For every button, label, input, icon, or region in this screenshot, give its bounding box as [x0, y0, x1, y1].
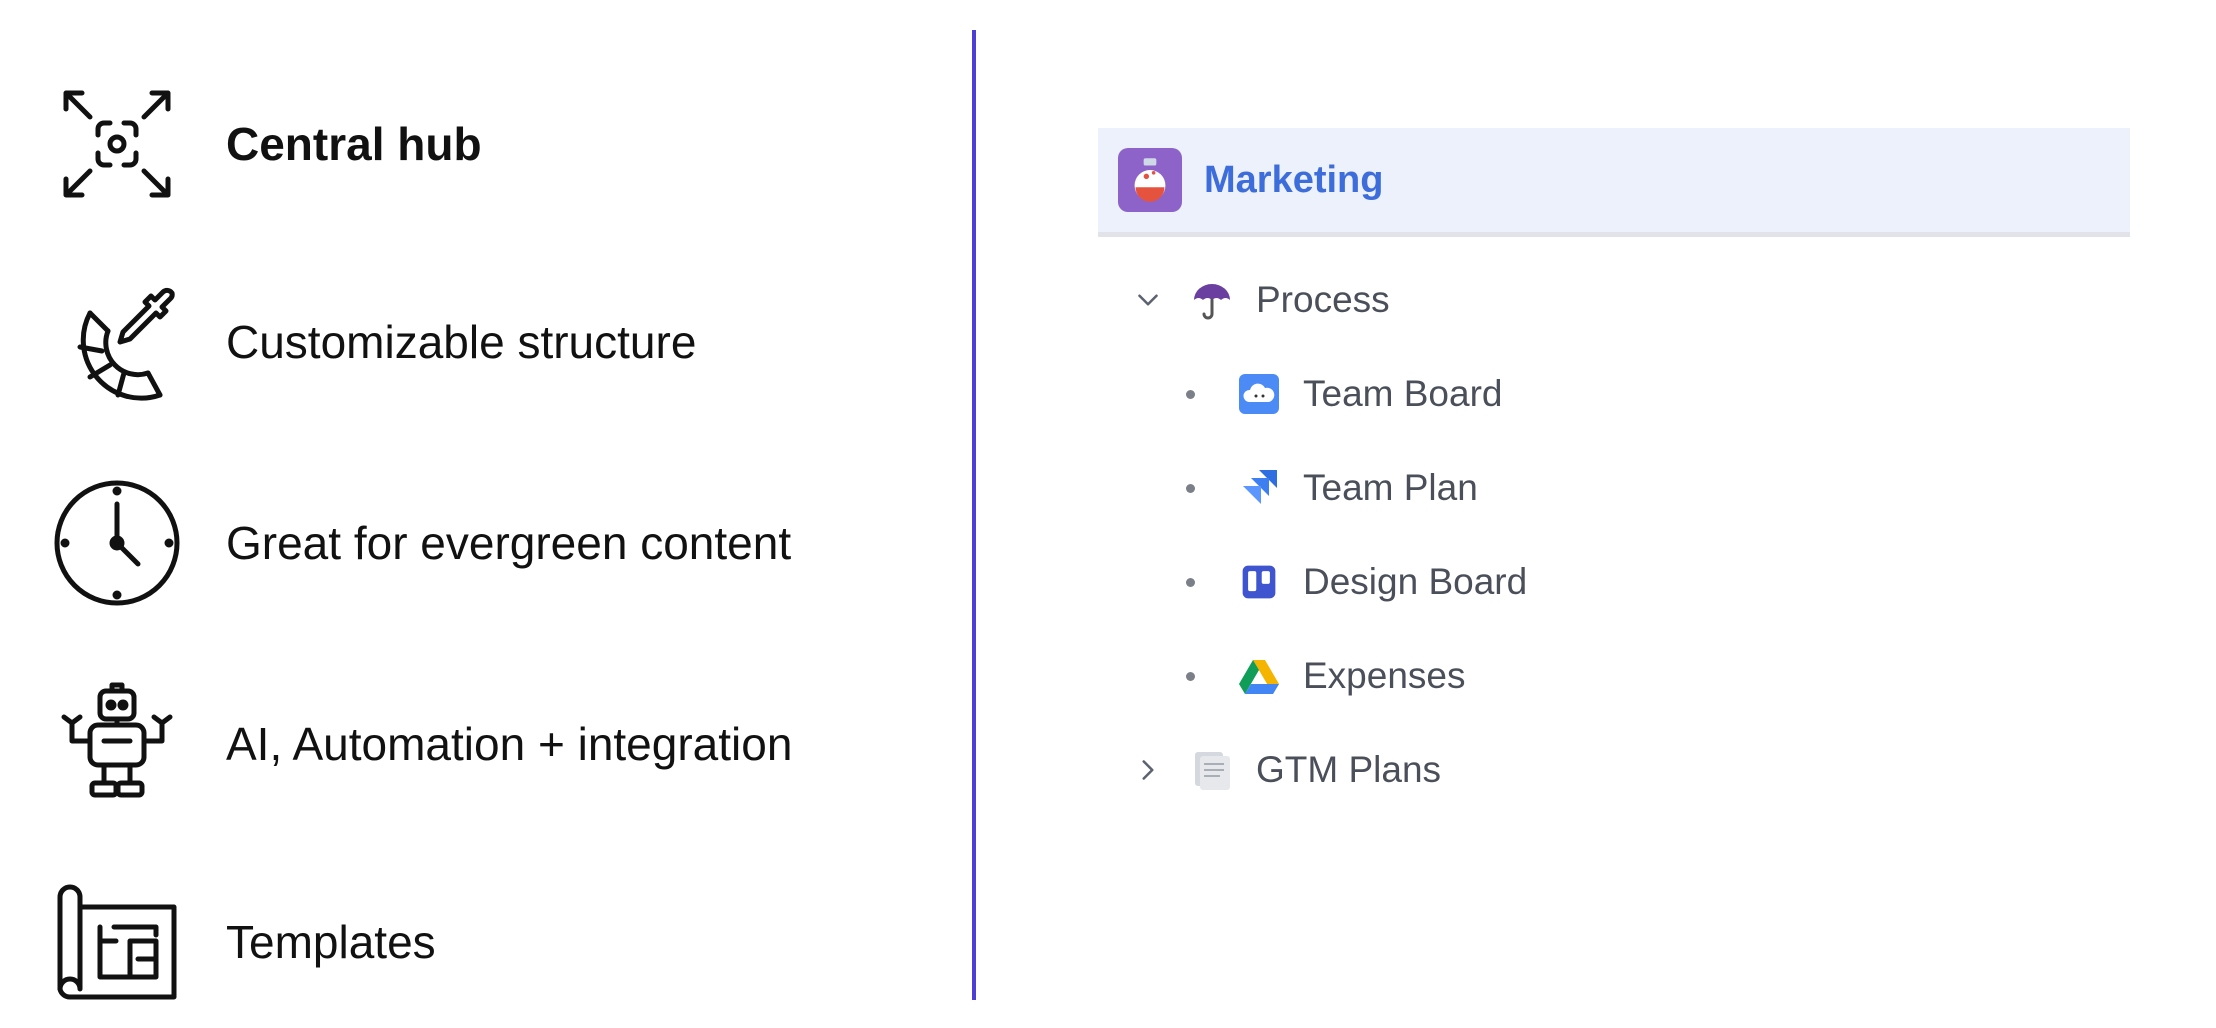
feature-label: Customizable structure: [226, 316, 697, 368]
tree-item-label: Design Board: [1303, 561, 1528, 602]
page-tree: Marketing Process Team Board Team Plan D…: [1098, 128, 2130, 790]
chevron-right-icon[interactable]: [1128, 750, 1168, 790]
tree-item-label: GTM Plans: [1256, 749, 1442, 790]
feature-customizable-structure: Customizable structure: [52, 272, 952, 412]
cloud-board-icon: [1237, 372, 1281, 416]
chevron-down-icon[interactable]: [1128, 280, 1168, 320]
jira-icon: [1237, 466, 1281, 510]
document-icon: [1190, 748, 1234, 792]
color-palette-dropper-icon: [52, 277, 182, 407]
google-drive-icon: [1237, 654, 1281, 698]
feature-label: Templates: [226, 916, 436, 968]
bullet: [1186, 483, 1195, 493]
tree-item-label: Expenses: [1303, 655, 1466, 696]
feature-templates: Templates: [52, 872, 952, 1012]
tree-item-expenses[interactable]: Expenses: [1186, 646, 1466, 706]
bullet: [1186, 389, 1195, 399]
tree-item-label: Team Board: [1303, 373, 1503, 414]
potion-bottle-icon: [1118, 148, 1182, 212]
clock-icon: [52, 478, 182, 608]
feature-label: AI, Automation + integration: [226, 718, 793, 770]
feature-evergreen-content: Great for evergreen content: [52, 473, 952, 613]
feature-label: Central hub: [226, 118, 482, 170]
tree-item-label: Team Plan: [1303, 467, 1478, 508]
space-name: Marketing: [1204, 158, 1384, 201]
trello-icon: [1237, 560, 1281, 604]
tree-item-team-board[interactable]: Team Board: [1186, 364, 1503, 424]
feature-central-hub: Central hub: [52, 74, 952, 214]
feature-label: Great for evergreen content: [226, 517, 792, 569]
tree-item-process[interactable]: Process: [1128, 270, 1390, 330]
bullet: [1186, 671, 1195, 681]
expand-focus-icon: [52, 79, 182, 209]
feature-list: Central hub Customizable structure Great…: [0, 0, 960, 1028]
tree-item-team-plan[interactable]: Team Plan: [1186, 458, 1478, 518]
tree-item-design-board[interactable]: Design Board: [1186, 552, 1527, 612]
vertical-divider: [972, 30, 976, 1000]
feature-ai-automation: AI, Automation + integration: [52, 674, 952, 814]
robot-icon: [52, 679, 182, 809]
tree-item-gtm-plans[interactable]: GTM Plans: [1128, 740, 1441, 800]
blueprint-icon: [52, 877, 182, 1007]
space-header-marketing[interactable]: Marketing: [1098, 128, 2130, 237]
bullet: [1186, 577, 1195, 587]
umbrella-icon: [1190, 278, 1234, 322]
tree-item-label: Process: [1256, 279, 1390, 320]
